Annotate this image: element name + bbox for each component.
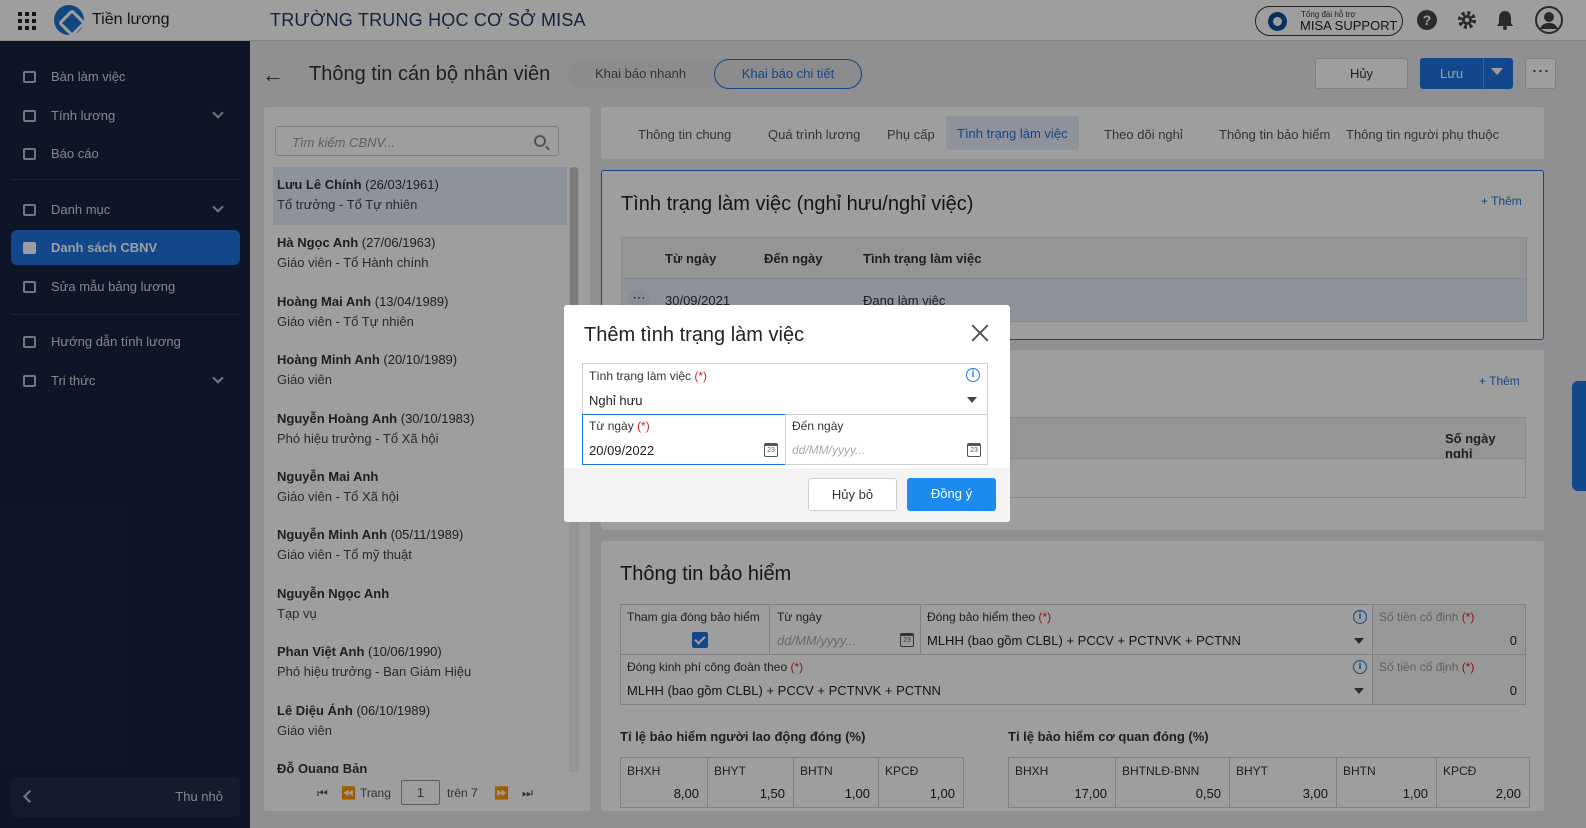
close-icon[interactable] [970, 323, 990, 343]
from-date-value: 20/09/2022 [589, 443, 655, 458]
info-icon[interactable]: i [966, 368, 980, 382]
to-date-input[interactable]: Đến ngày dd/MM/yyyy... 23 [785, 414, 988, 465]
to-date-placeholder: dd/MM/yyyy... [792, 443, 866, 457]
required-mark: (*) [637, 419, 650, 433]
calendar-icon[interactable]: 23 [764, 443, 778, 457]
dialog-title: Thêm tình trạng làm việc [584, 324, 805, 346]
required-mark: (*) [694, 369, 708, 383]
from-date-input[interactable]: Từ ngày (*) 20/09/2022 23 [582, 414, 786, 465]
work-status-value: Nghỉ hưu [589, 393, 643, 408]
chevron-down-icon[interactable] [967, 397, 977, 403]
work-status-select[interactable]: Tình trạng làm việc (*) i Nghỉ hưu [582, 363, 988, 415]
calendar-icon[interactable]: 23 [967, 443, 981, 457]
add-work-status-dialog: Thêm tình trạng làm việc Tình trạng làm … [564, 305, 1010, 522]
from-date-label: Từ ngày [589, 419, 634, 433]
dialog-cancel-button[interactable]: Hủy bỏ [808, 478, 897, 511]
to-date-label: Đến ngày [792, 419, 844, 433]
dialog-ok-button[interactable]: Đồng ý [907, 478, 996, 511]
work-status-label: Tình trạng làm việc [589, 369, 692, 383]
dialog-footer: Hủy bỏ Đồng ý [564, 468, 1010, 522]
